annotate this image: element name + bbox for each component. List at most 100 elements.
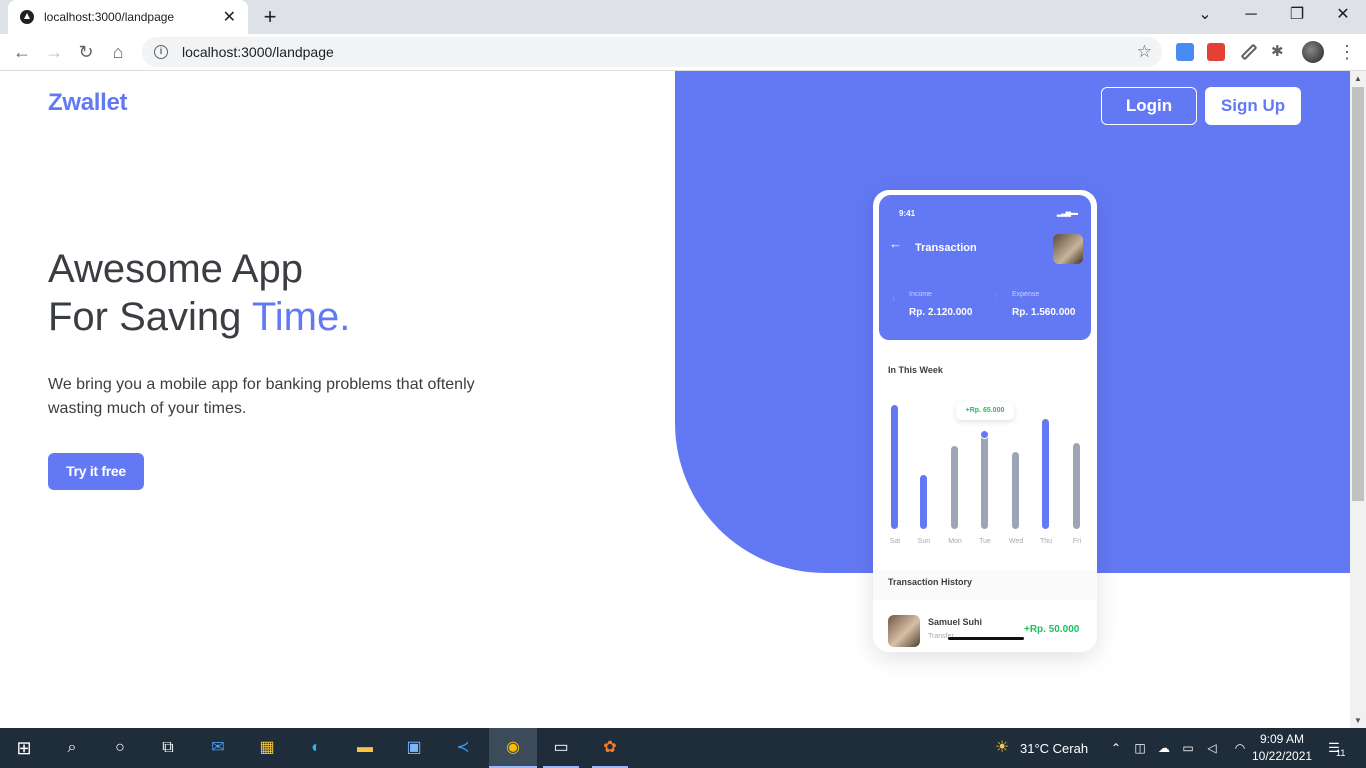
headline-accent: Time. — [251, 295, 351, 339]
clock-date[interactable]: 10/22/2021 — [1252, 749, 1312, 763]
income-amount: Rp. 2.120.000 — [909, 307, 973, 318]
edge-icon[interactable]: ◐ — [304, 736, 328, 760]
logo[interactable]: Zwallet — [48, 89, 128, 117]
hero-headline: Awesome App For Saving Time. — [48, 245, 350, 341]
windows-start-icon[interactable]: ⊞ — [12, 736, 36, 760]
chart-bar-sun — [920, 475, 927, 529]
clock-time[interactable]: 9:09 AM — [1252, 732, 1312, 746]
status-time: 9:41 — [899, 209, 916, 218]
close-window-button[interactable]: ✕ — [1320, 4, 1366, 26]
chart-bar-tue — [981, 431, 988, 529]
meet-now-icon[interactable]: ◫ — [1128, 736, 1152, 760]
address-bar[interactable]: i localhost:3000/landpage ☆ — [142, 37, 1162, 67]
back-arrow-icon: ← — [889, 236, 902, 251]
landing-page: Zwallet Login Sign Up Awesome App For Sa… — [0, 71, 1350, 728]
history-name: Samuel Suhi — [928, 617, 983, 627]
day-label: Wed — [1008, 538, 1024, 545]
phone-home-indicator — [948, 637, 1024, 640]
extension-icon[interactable] — [1207, 43, 1225, 61]
history-amount: +Rp. 50.000 — [1024, 624, 1080, 635]
back-icon[interactable]: ← — [10, 40, 34, 64]
week-title: In This Week — [888, 365, 943, 375]
phone-header-title: Transaction — [915, 242, 977, 254]
profile-avatar[interactable] — [1302, 41, 1324, 63]
search-icon[interactable]: ⌕ — [60, 736, 84, 760]
page-scrollbar[interactable]: ▲ ▼ — [1350, 71, 1366, 728]
battery-icon[interactable]: ▭ — [1176, 736, 1200, 760]
file-explorer-icon[interactable]: ▬ — [353, 736, 377, 760]
scroll-down-icon[interactable]: ▼ — [1354, 716, 1362, 725]
signup-button[interactable]: Sign Up — [1205, 87, 1301, 125]
chart-point-marker — [980, 430, 989, 439]
scrollbar-thumb[interactable] — [1352, 87, 1364, 501]
reload-icon[interactable]: ↻ — [74, 40, 98, 64]
chrome-icon[interactable]: ◉ — [501, 736, 525, 760]
site-info-icon[interactable]: i — [154, 45, 168, 59]
browser-tabstrip: localhost:3000/landpage ✕ + ⌄ ─ ❐ ✕ — [0, 0, 1366, 34]
try-free-button[interactable]: Try it free — [48, 453, 144, 490]
xampp-icon[interactable]: ✿ — [598, 736, 622, 760]
store-icon[interactable]: ▦ — [255, 736, 279, 760]
browser-toolbar: ← → ↻ ⌂ i localhost:3000/landpage ☆ ✱ ⋮ — [0, 34, 1366, 71]
chart-bar-mon — [951, 446, 958, 529]
tab-title: localhost:3000/landpage — [44, 10, 175, 24]
extension-icon[interactable] — [1176, 43, 1194, 61]
home-icon[interactable]: ⌂ — [106, 40, 130, 64]
chart-tooltip: +Rp. 65.000 — [956, 402, 1014, 420]
phone-header: 9:41 ▂▃▅ ▬ ← Transaction ↓ Income Rp. 2.… — [879, 195, 1091, 340]
day-label: Sun — [917, 538, 931, 545]
expense-amount: Rp. 1.560.000 — [1012, 307, 1076, 318]
vscode-icon[interactable]: ≺ — [451, 736, 475, 760]
browser-tab[interactable]: localhost:3000/landpage ✕ — [8, 0, 248, 34]
terminal-icon[interactable]: ▭ — [549, 736, 573, 760]
expense-label: Expense — [1012, 291, 1040, 298]
maximize-button[interactable]: ❐ — [1274, 4, 1320, 26]
hero-description: We bring you a mobile app for banking pr… — [48, 376, 475, 417]
phone-mockup: 9:41 ▂▃▅ ▬ ← Transaction ↓ Income Rp. 2.… — [873, 190, 1097, 652]
avatar — [888, 615, 920, 647]
headline-prefix: For Saving — [48, 295, 252, 339]
close-tab-icon[interactable]: ✕ — [223, 7, 236, 27]
chart-bar-fri — [1073, 443, 1080, 529]
menu-kebab-icon[interactable]: ⋮ — [1338, 43, 1356, 61]
bookmark-star-icon[interactable]: ☆ — [1137, 42, 1152, 62]
show-hidden-icons-icon[interactable]: ⌃ — [1104, 736, 1128, 760]
cortana-icon[interactable]: ○ — [108, 736, 132, 760]
forward-icon[interactable]: → — [42, 40, 66, 64]
headline-line-2: For Saving Time. — [48, 293, 350, 341]
day-label: Fri — [1072, 538, 1082, 545]
mail-icon[interactable]: ✉ — [206, 736, 230, 760]
chart-bar-wed — [1012, 452, 1019, 529]
avatar — [1053, 234, 1083, 264]
expense-arrow-icon: ↑ — [993, 291, 999, 303]
new-tab-button[interactable]: + — [258, 4, 282, 30]
onedrive-icon[interactable]: ☁ — [1152, 736, 1176, 760]
task-view-icon[interactable]: ⧉ — [156, 736, 180, 760]
weather-icon[interactable]: ☀ — [990, 736, 1014, 760]
extensions-puzzle-icon[interactable]: ✱ — [1271, 43, 1289, 61]
headline-line-1: Awesome App — [48, 247, 303, 291]
chart-bar-thu — [1042, 419, 1049, 529]
windows-taskbar: ⊞ ⌕ ○ ⧉ ✉ ▦ ◐ ▬ ▣ ≺ ◉ ▭ ✿ ☀ 31°C Cerah ⌃… — [0, 728, 1366, 768]
photos-icon[interactable]: ▣ — [402, 736, 426, 760]
eyedropper-icon[interactable] — [1240, 43, 1258, 61]
income-arrow-icon: ↓ — [891, 291, 897, 303]
chart-bar-sat — [891, 405, 898, 529]
day-label: Sat — [889, 538, 901, 545]
minimize-button[interactable]: ─ — [1228, 4, 1274, 26]
wifi-icon[interactable]: ◠ — [1228, 736, 1252, 760]
history-title: Transaction History — [888, 577, 973, 587]
day-label: Thu — [1039, 538, 1053, 545]
login-button[interactable]: Login — [1101, 87, 1197, 125]
weather-text[interactable]: 31°C Cerah — [1020, 741, 1088, 756]
notification-count: 11 — [1336, 748, 1346, 758]
volume-icon[interactable]: ◁ — [1200, 736, 1224, 760]
tab-search-button[interactable]: ⌄ — [1182, 4, 1228, 26]
scroll-up-icon[interactable]: ▲ — [1354, 74, 1362, 83]
day-label: Tue — [979, 538, 991, 545]
day-label: Mon — [948, 538, 962, 545]
site-favicon-icon — [20, 10, 34, 24]
income-label: Income — [909, 291, 932, 298]
signal-battery-icon: ▂▃▅ ▬ — [1056, 210, 1078, 217]
url-text[interactable]: localhost:3000/landpage — [182, 44, 1137, 60]
